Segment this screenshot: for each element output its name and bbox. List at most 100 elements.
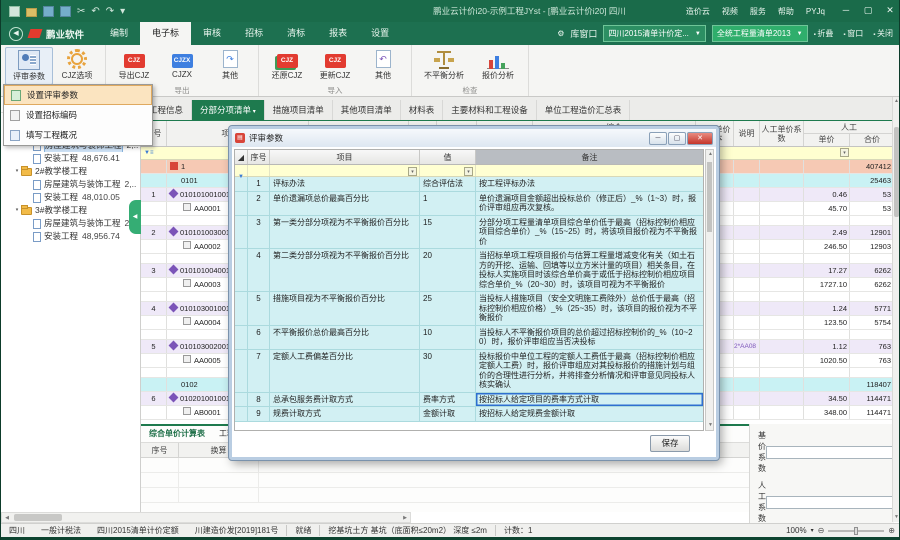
cjz-options-button[interactable]: CJZ选项 — [53, 47, 101, 85]
scroll-right-icon[interactable]: ▶ — [400, 513, 410, 523]
sheet-tab[interactable]: 材料表 — [401, 100, 444, 120]
cloud-link[interactable]: 造价云 — [686, 6, 710, 17]
col-labor-total[interactable]: 合价 — [850, 134, 894, 146]
tree-expander-icon[interactable]: ▾ — [13, 165, 21, 178]
filter-funnel-icon[interactable]: ▼ — [235, 174, 244, 180]
dialog-minimize-button[interactable]: ─ — [649, 132, 667, 145]
dialog-titlebar[interactable]: ▤ 评审参数 ─ ▢ ✕ — [232, 129, 716, 147]
dialog-col-remark[interactable]: 备注 — [476, 150, 703, 164]
param-value[interactable]: 15 — [420, 216, 476, 249]
context-menu-item[interactable]: 设置招标编码 — [4, 105, 152, 125]
menu-item[interactable]: 审核 — [191, 22, 233, 45]
dialog-filter-row[interactable]: ▼ ▾ ▾ — [235, 165, 703, 177]
zoom-slider[interactable] — [828, 530, 884, 532]
cut-icon[interactable]: ✂ — [77, 6, 85, 17]
param-value[interactable]: 10 — [420, 326, 476, 349]
param-value[interactable]: 25 — [420, 292, 476, 325]
help-link[interactable]: 帮助 — [778, 6, 794, 17]
quota-library-select[interactable]: 四川2015清单计价定... ▼ — [603, 25, 705, 42]
zoom-in-icon[interactable]: ⊕ — [888, 526, 895, 535]
restore-button[interactable]: ▢ — [857, 3, 879, 19]
tree-item[interactable]: ▾ 3#教学楼工程 — [1, 204, 140, 217]
panel-action[interactable]: 窗口 — [843, 28, 863, 39]
param-name[interactable]: 规费计取方式 — [270, 407, 420, 421]
param-value[interactable]: 费率方式 — [420, 393, 476, 407]
export-other-button[interactable]: 其他 — [206, 47, 254, 85]
sheet-tab[interactable]: 单位工程造价汇总表 — [537, 100, 631, 120]
zoom-slider-thumb[interactable] — [854, 527, 858, 535]
param-value[interactable]: 1 — [420, 192, 476, 215]
scrollbar-thumb[interactable] — [894, 127, 899, 217]
back-icon[interactable]: ◀ — [9, 27, 23, 41]
filter-funnel-icon[interactable]: ▼≡ — [141, 147, 167, 159]
vertical-scrollbar[interactable]: ▲ ▼ — [892, 97, 899, 522]
param-remark[interactable]: 当投标人措施项目（安全文明施工费除外）总价低于最高（招标控制价相应价格）_%（2… — [476, 292, 703, 325]
param-value[interactable]: 金额计取 — [420, 407, 476, 421]
param-remark[interactable]: 按工程评标办法 — [476, 177, 703, 191]
tree-item[interactable]: ▾ 2#教学楼工程 — [1, 165, 140, 178]
detail-empty-row[interactable] — [141, 473, 749, 488]
dialog-row[interactable]: 9 规费计取方式 金额计取 按招标人给定规费金额计取 — [235, 407, 703, 422]
param-remark[interactable]: 投标报价中单位工程的定额人工费低于最高（招标控制价相应定额人工费）时，报价评审组… — [476, 350, 703, 392]
menu-item[interactable]: 电子标 — [140, 22, 191, 45]
list-library-select[interactable]: 全统工程量清单2013 ▼ — [712, 25, 808, 42]
scroll-down-icon[interactable]: ▼ — [893, 513, 900, 522]
tree-item[interactable]: 安装工程 48,676.41 — [1, 152, 140, 165]
menu-item[interactable]: 清标 — [275, 22, 317, 45]
customize-toolbar-icon[interactable]: ▾ — [120, 6, 125, 17]
col-labor-price[interactable]: 单价 — [804, 134, 850, 146]
tree-expander-icon[interactable]: ▾ — [13, 204, 21, 217]
filter-dropdown-icon[interactable]: ▾ — [408, 167, 417, 176]
restore-cjz-button[interactable]: CJZ 还原CJZ — [263, 47, 311, 85]
tree-item[interactable]: 安装工程 48,956.74 — [1, 230, 140, 243]
dialog-col-seq[interactable]: 序号 — [248, 150, 270, 164]
param-remark[interactable]: 单价遗漏项目金额超出投标总价（修正后）_%（1~3）时，报价评审组应再次复核。 — [476, 192, 703, 215]
unbalanced-analysis-button[interactable]: 不平衡分析 — [416, 47, 472, 85]
detail-tab[interactable]: 综合单价计算表 — [149, 428, 205, 442]
filter-dropdown-icon[interactable]: ▾ — [840, 148, 849, 157]
param-value[interactable]: 20 — [420, 249, 476, 291]
scrollbar-thumb[interactable] — [707, 162, 712, 232]
param-remark[interactable]: 按招标人给定项目的费率方式计取 — [476, 393, 703, 407]
brand-name[interactable]: 鹏业软件 — [46, 27, 84, 41]
dialog-row[interactable]: 7 定额人工费偏差百分比 30 投标报价中单位工程的定额人工费低于最高（招标控制… — [235, 350, 703, 393]
filter-dropdown-icon[interactable]: ▾ — [464, 167, 473, 176]
param-remark[interactable]: 分部分项工程量清单项目综合单价低于最高（招标控制价相应项目综合单价）_%（15~… — [476, 216, 703, 249]
dialog-col-item[interactable]: 项目 — [270, 150, 420, 164]
dialog-close-button[interactable]: ✕ — [687, 132, 713, 145]
param-name[interactable]: 措施项目视为不平衡报价百分比 — [270, 292, 420, 325]
param-remark[interactable]: 按招标人给定规费金额计取 — [476, 407, 703, 421]
detail-empty-row[interactable] — [141, 488, 749, 503]
redo-icon[interactable]: ↷ — [106, 6, 114, 17]
param-name[interactable]: 评标办法 — [270, 177, 420, 191]
dialog-maximize-button[interactable]: ▢ — [668, 132, 686, 145]
coefficient-input[interactable] — [766, 446, 900, 459]
tree-item[interactable]: 房屋建筑与装饰工程 2,.. — [1, 217, 140, 230]
param-name[interactable]: 第一类分部分项视为不平衡报价百分比 — [270, 216, 420, 249]
export-cjzx-button[interactable]: CJZX CJZX — [158, 47, 206, 85]
param-remark[interactable]: 当招标单项工程项目报价与估算工程量增减变化有关（如土石方的开挖、运输、回填等以立… — [476, 249, 703, 291]
library-gear-icon[interactable]: ⚙ — [557, 29, 564, 38]
zoom-out-icon[interactable]: ⊖ — [818, 526, 825, 535]
tree-item[interactable]: 房屋建筑与装饰工程 2,.. — [1, 178, 140, 191]
sheet-tab[interactable]: 措施项目清单 — [265, 100, 333, 120]
import-other-button[interactable]: 其他 — [359, 47, 407, 85]
param-name[interactable]: 不平衡报价总价最高百分比 — [270, 326, 420, 349]
save-all-icon[interactable] — [60, 6, 71, 17]
context-menu-item[interactable]: 设置评审参数 — [4, 85, 152, 105]
dialog-row[interactable]: 5 措施项目视为不平衡报价百分比 25 当投标人措施项目（安全文明施工费除外）总… — [235, 292, 703, 326]
dialog-row[interactable]: 2 单价遗漏项总价最高百分比 1 单价遗漏项目金额超出投标总价（修正后）_%（1… — [235, 192, 703, 216]
panel-action[interactable]: 折叠 — [814, 28, 834, 39]
undo-icon[interactable]: ↶ — [91, 6, 99, 17]
scroll-up-icon[interactable]: ▲ — [893, 97, 900, 106]
menu-item[interactable]: 编制 — [98, 22, 140, 45]
account-label[interactable]: PYJq — [806, 7, 825, 16]
bid-analysis-button[interactable]: 报价分析 — [472, 47, 524, 85]
param-value[interactable]: 30 — [420, 350, 476, 392]
tree-item[interactable]: 安装工程 48,010.05 — [1, 191, 140, 204]
context-menu-item[interactable]: 填写工程概况 — [4, 125, 152, 145]
dialog-row[interactable]: 6 不平衡报价总价最高百分比 10 当投标人不平衡报价项目的总价超过招标控制价的… — [235, 326, 703, 350]
minimize-button[interactable]: ─ — [835, 3, 857, 19]
review-params-button[interactable]: 评审参数 — [5, 47, 53, 85]
coefficient-input[interactable] — [766, 496, 900, 509]
